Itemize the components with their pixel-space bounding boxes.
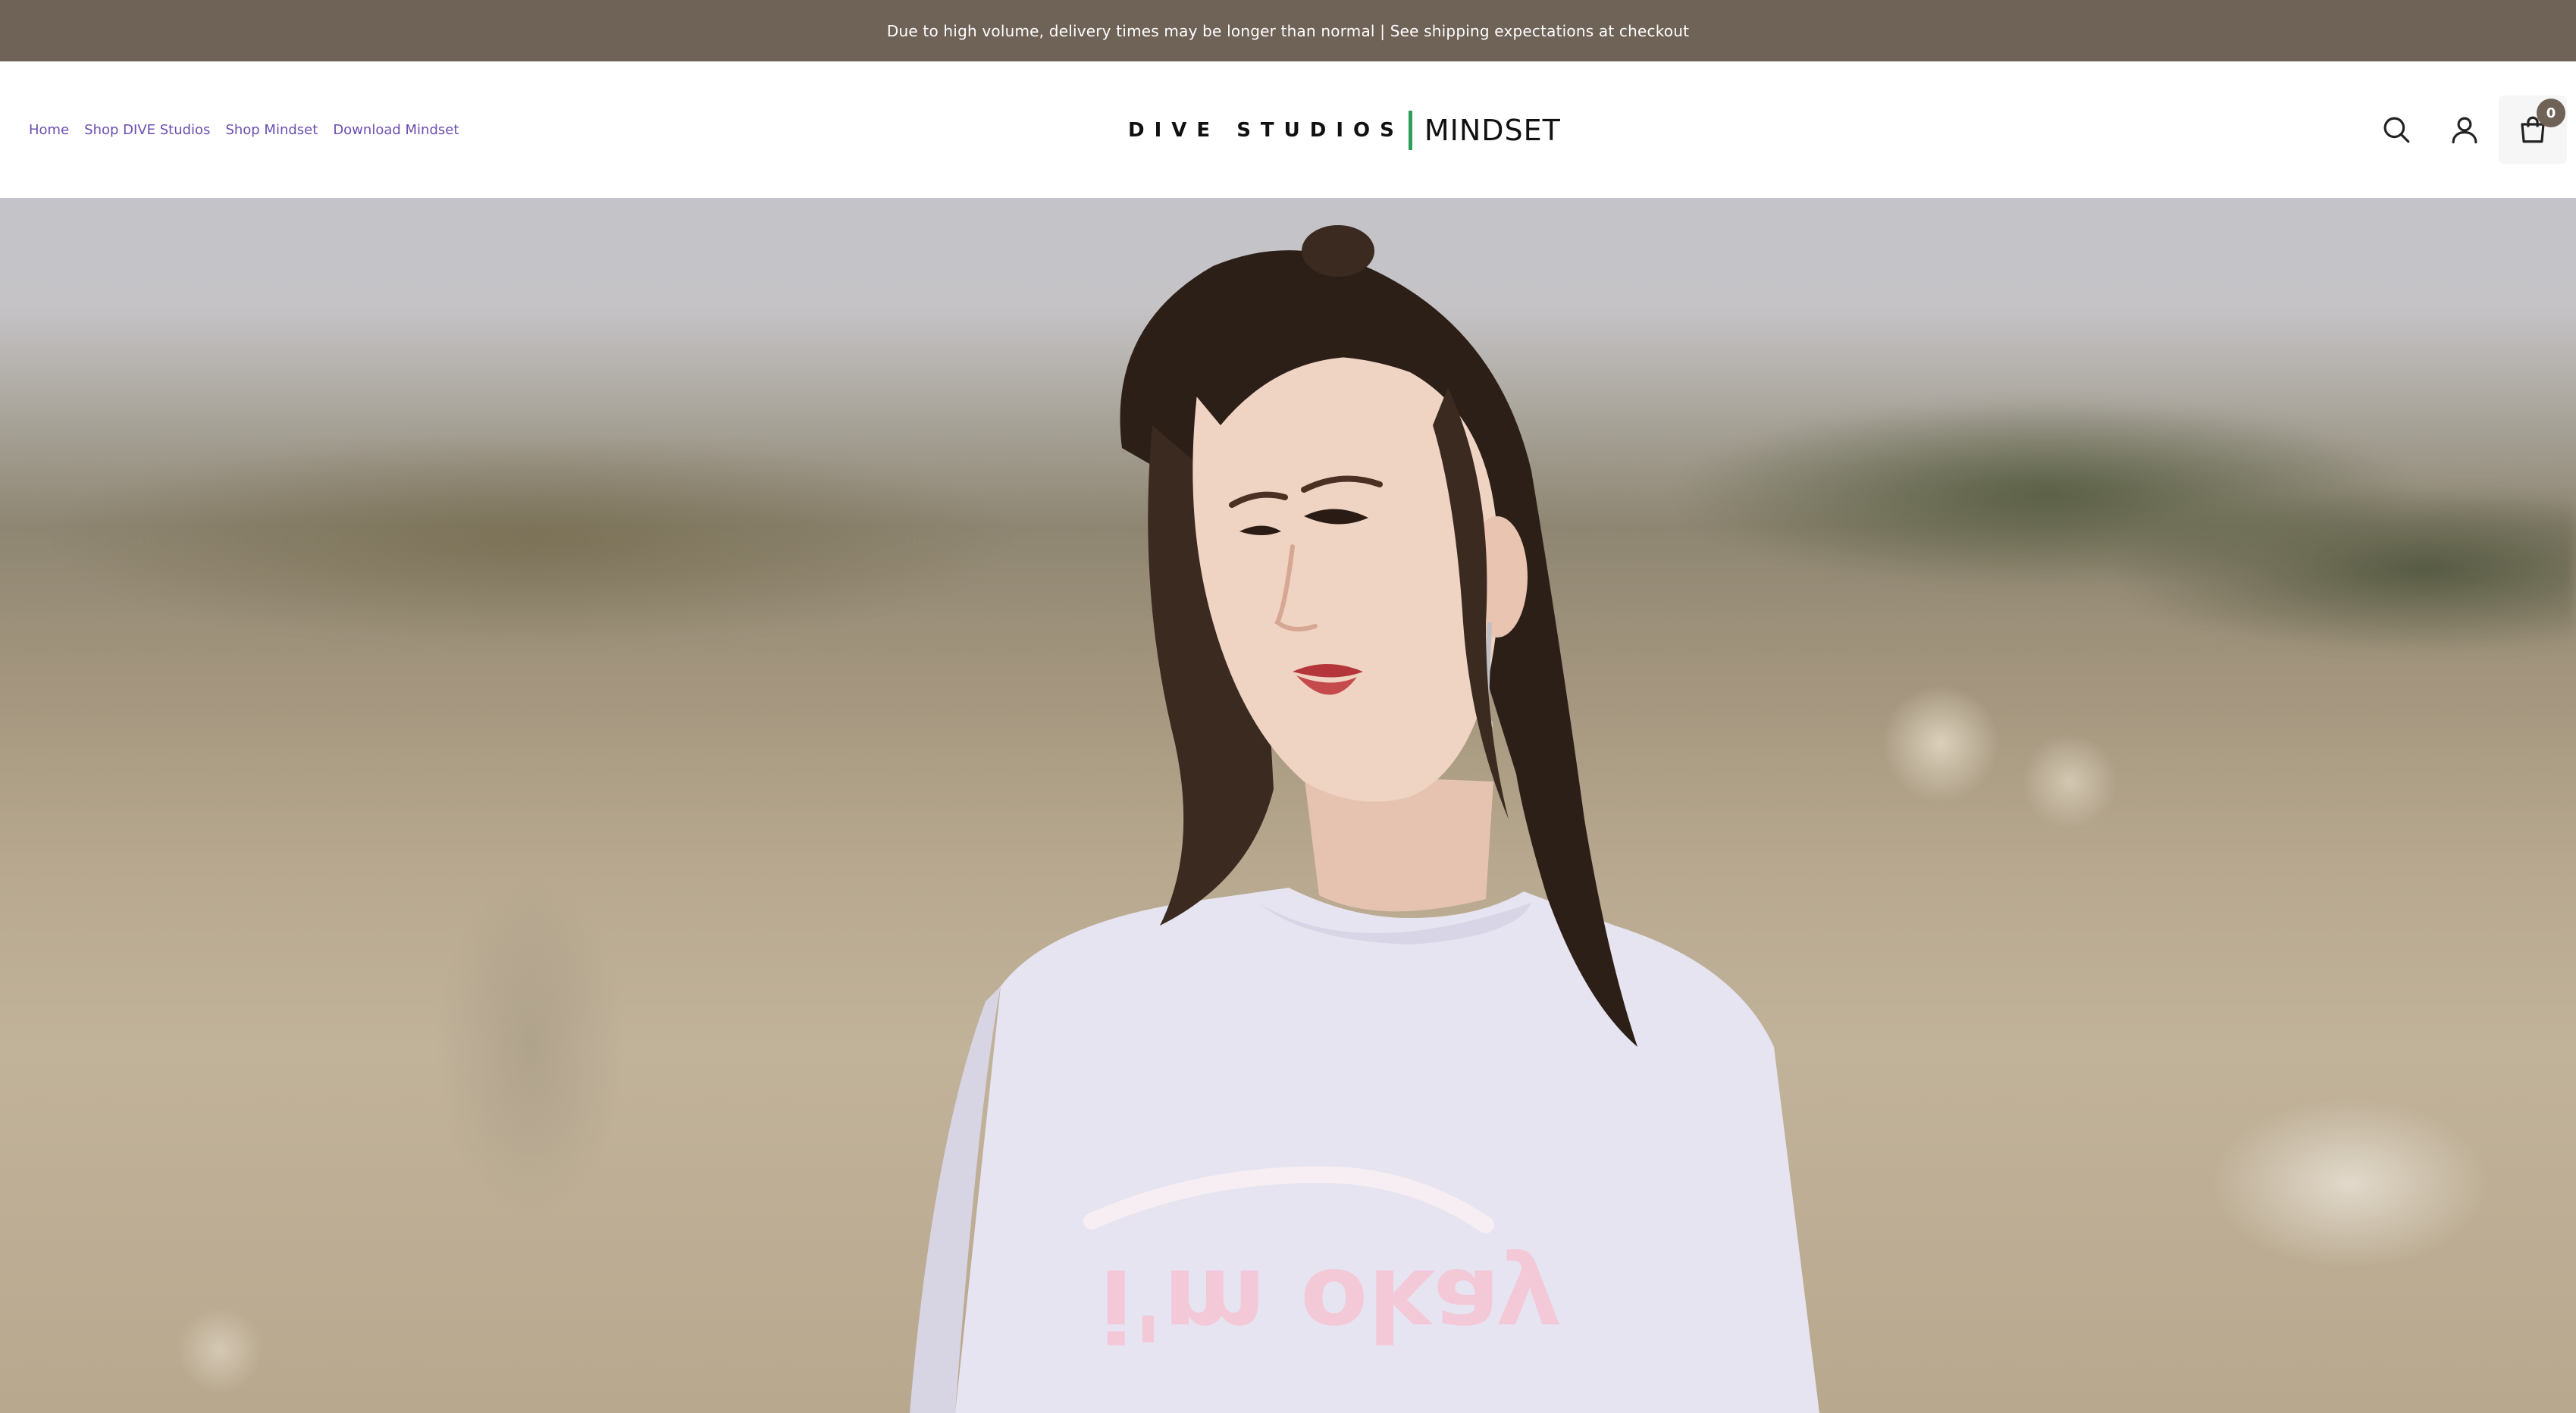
announcement-text[interactable]: Due to high volume, delivery times may b… — [887, 22, 1689, 40]
logo-dive-studios: DIVE STUDIOS — [1128, 119, 1404, 142]
hero-banner[interactable]: i'm okay — [0, 198, 2576, 1413]
main-nav: Home Shop DIVE Studios Shop Mindset Down… — [29, 61, 459, 198]
cart-count-badge: 0 — [2537, 99, 2565, 127]
nav-link-shop-dive-studios[interactable]: Shop DIVE Studios — [84, 122, 210, 138]
header-actions: 0 — [2362, 61, 2576, 198]
logo-mindset: MINDSET — [1424, 114, 1561, 147]
account-button[interactable] — [2430, 96, 2499, 164]
site-logo[interactable]: DIVE STUDIOS MINDSET — [1128, 110, 1560, 151]
cart-button[interactable]: 0 — [2499, 96, 2567, 164]
announcement-bar: Due to high volume, delivery times may b… — [0, 0, 2576, 61]
svg-text:i'm okay: i'm okay — [1099, 1247, 1561, 1362]
nav-link-shop-mindset[interactable]: Shop Mindset — [225, 122, 318, 138]
logo-divider — [1408, 111, 1412, 150]
hero-model-image: i'm okay — [910, 225, 1819, 1413]
search-icon — [2383, 117, 2410, 143]
nav-link-home[interactable]: Home — [29, 122, 69, 138]
search-button[interactable] — [2362, 96, 2430, 164]
site-header: Home Shop DIVE Studios Shop Mindset Down… — [0, 61, 2576, 198]
nav-link-download-mindset[interactable]: Download Mindset — [333, 122, 459, 138]
user-icon — [2452, 117, 2477, 144]
